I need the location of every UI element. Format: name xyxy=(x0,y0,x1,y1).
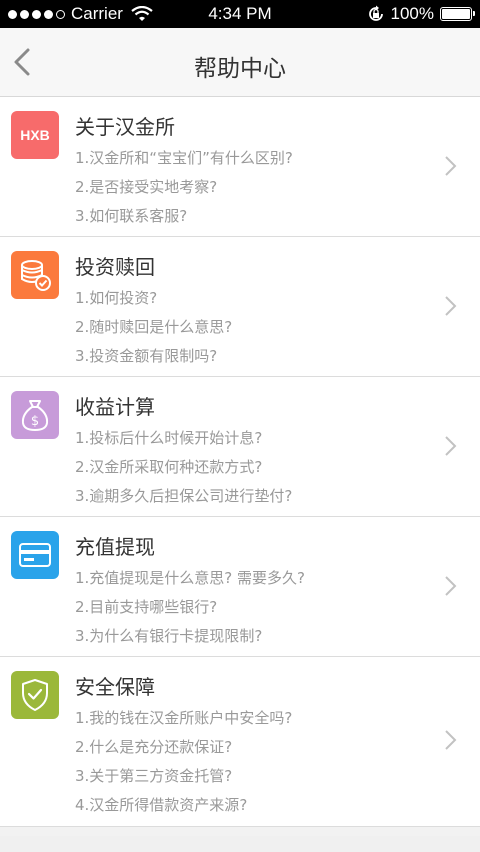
navigation-bar: 帮助中心 xyxy=(0,28,480,97)
question-link[interactable]: 2.什么是充分还款保证? xyxy=(75,736,232,757)
chevron-right-icon xyxy=(445,576,457,596)
question-link[interactable]: 3.投资金额有限制吗? xyxy=(75,345,217,366)
page-title: 帮助中心 xyxy=(194,56,286,82)
question-link[interactable]: 3.关于第三方资金托管? xyxy=(75,765,232,786)
question-link[interactable]: 2.是否接受实地考察? xyxy=(75,176,217,197)
section-about[interactable]: HXB 关于汉金所 1.汉金所和“宝宝们”有什么区别? 2.是否接受实地考察? … xyxy=(0,97,480,237)
question-link[interactable]: 4.汉金所得借款资产来源? xyxy=(75,794,247,815)
bottom-spacer xyxy=(0,836,480,852)
shield-check-icon xyxy=(11,671,59,719)
section-title: 充值提现 xyxy=(75,535,155,559)
chevron-right-icon xyxy=(445,730,457,750)
question-link[interactable]: 1.如何投资? xyxy=(75,287,157,308)
question-link[interactable]: 2.汉金所采取何种还款方式? xyxy=(75,456,262,477)
chevron-right-icon xyxy=(445,436,457,456)
money-bag-icon: $ xyxy=(11,391,59,439)
svg-text:$: $ xyxy=(31,414,39,429)
question-link[interactable]: 2.随时赎回是什么意思? xyxy=(75,316,232,337)
question-link[interactable]: 3.为什么有银行卡提现限制? xyxy=(75,625,262,646)
question-link[interactable]: 3.如何联系客服? xyxy=(75,205,187,226)
section-title: 安全保障 xyxy=(75,675,155,699)
section-title: 收益计算 xyxy=(75,395,155,419)
svg-text:HXB: HXB xyxy=(20,127,50,143)
bank-card-icon xyxy=(11,531,59,579)
battery-percent: 100% xyxy=(390,4,434,23)
question-link[interactable]: 1.投标后什么时候开始计息? xyxy=(75,427,262,448)
question-link[interactable]: 2.目前支持哪些银行? xyxy=(75,596,217,617)
orientation-lock-icon xyxy=(368,5,383,21)
question-link[interactable]: 1.充值提现是什么意思? 需要多久? xyxy=(75,567,305,588)
section-income[interactable]: $ 收益计算 1.投标后什么时候开始计息? 2.汉金所采取何种还款方式? 3.逾… xyxy=(0,377,480,517)
hxb-logo-icon: HXB xyxy=(11,111,59,159)
question-link[interactable]: 3.逾期多久后担保公司进行垫付? xyxy=(75,485,292,506)
help-sections-list: HXB 关于汉金所 1.汉金所和“宝宝们”有什么区别? 2.是否接受实地考察? … xyxy=(0,97,480,827)
status-bar: Carrier 4:34 PM 100% xyxy=(0,0,480,28)
status-right: 100% xyxy=(367,4,475,24)
chevron-right-icon xyxy=(445,296,457,316)
question-link[interactable]: 1.汉金所和“宝宝们”有什么区别? xyxy=(75,147,293,168)
chevron-right-icon xyxy=(445,156,457,176)
question-link[interactable]: 1.我的钱在汉金所账户中安全吗? xyxy=(75,707,292,728)
section-invest[interactable]: 投资赎回 1.如何投资? 2.随时赎回是什么意思? 3.投资金额有限制吗? xyxy=(0,237,480,377)
section-title: 关于汉金所 xyxy=(75,115,175,139)
section-title: 投资赎回 xyxy=(75,255,155,279)
section-recharge[interactable]: 充值提现 1.充值提现是什么意思? 需要多久? 2.目前支持哪些银行? 3.为什… xyxy=(0,517,480,657)
section-security[interactable]: 安全保障 1.我的钱在汉金所账户中安全吗? 2.什么是充分还款保证? 3.关于第… xyxy=(0,657,480,827)
coin-stack-icon xyxy=(11,251,59,299)
battery-icon xyxy=(440,7,475,21)
